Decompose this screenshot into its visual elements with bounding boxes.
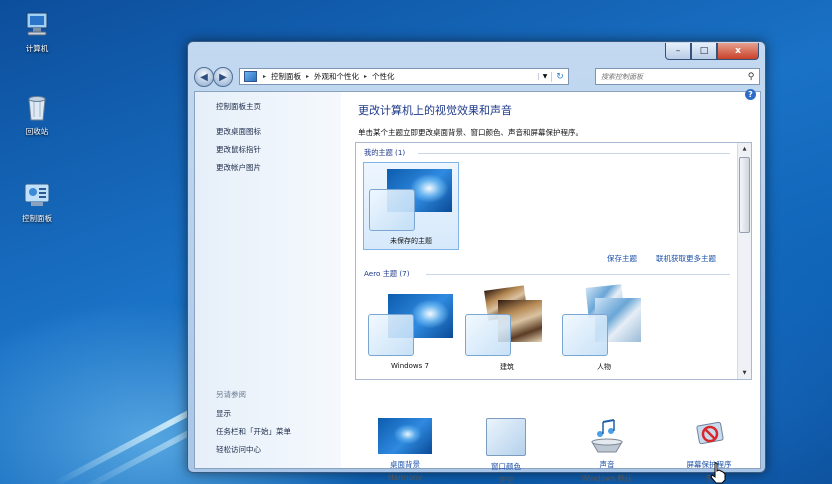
hand-cursor-icon — [709, 462, 727, 484]
window-color-button[interactable]: 窗口颜色 天空 — [464, 418, 548, 484]
page-subtitle: 单击某个主题立即更改桌面背景、窗口颜色、声音和屏幕保护程序。 — [358, 128, 583, 137]
scroll-up-icon[interactable]: ▲ — [738, 143, 751, 155]
address-bar[interactable]: ▸ 控制面板 ▸ 外观和个性化 ▸ 个性化 ▼ ↻ — [239, 68, 569, 85]
sidebar-link-mouse-pointers[interactable]: 更改鼠标指针 — [216, 144, 261, 155]
back-button[interactable]: ◀ — [194, 67, 214, 87]
group-divider — [418, 153, 730, 154]
theme-window-preview — [369, 189, 415, 231]
see-also-heading: 另请参阅 — [216, 390, 246, 399]
see-also-ease-of-access[interactable]: 轻松访问中心 — [216, 444, 261, 455]
theme-window-preview — [465, 314, 511, 356]
see-also-taskbar[interactable]: 任务栏和「开始」菜单 — [216, 426, 291, 437]
content-area: 控制面板主页 更改桌面图标 更改鼠标指针 更改帐户图片 另请参阅 显示 任务栏和… — [194, 89, 761, 484]
bottom-item-value: Windows 默认 — [581, 474, 633, 483]
personalization-window: – □ x ◀ ▶ ▸ 控制面板 ▸ 外观和个性化 ▸ 个性化 ▼ ↻ ⚲ — [187, 41, 766, 484]
get-more-themes-link[interactable]: 联机获取更多主题 — [656, 253, 716, 264]
navigation-bar: ◀ ▶ ▸ 控制面板 ▸ 外观和个性化 ▸ 个性化 ▼ ↻ ⚲ — [194, 66, 760, 87]
scroll-down-icon[interactable]: ▼ — [738, 367, 751, 379]
search-icon[interactable]: ⚲ — [743, 72, 759, 82]
bottom-item-name: 窗口颜色 — [491, 462, 521, 471]
close-button[interactable]: x — [717, 43, 759, 60]
desktop-background-button[interactable]: 桌面背景 Harmony — [363, 418, 447, 482]
desktop-icon-label: 控制面板 — [22, 214, 52, 223]
maximize-button[interactable]: □ — [691, 43, 717, 60]
window-controls: – □ x — [665, 43, 759, 60]
desktop-icon-label: 回收站 — [25, 127, 49, 136]
aero-themes-header: Aero 主题 (7) — [364, 269, 410, 278]
sound-button[interactable]: 声音 Windows 默认 — [565, 418, 649, 484]
search-input[interactable] — [596, 71, 743, 82]
desktop-icon-computer[interactable]: 计算机 — [11, 10, 63, 54]
desktop-icon-recycle-bin[interactable]: 回收站 — [11, 93, 63, 137]
theme-name: 人物 — [597, 363, 611, 371]
breadcrumb-separator: ▸ — [364, 73, 368, 80]
desktop-icon-control-panel[interactable]: 控制面板 — [11, 180, 63, 224]
search-box[interactable]: ⚲ — [595, 68, 760, 85]
left-pane: 控制面板主页 更改桌面图标 更改鼠标指针 更改帐户图片 另请参阅 显示 任务栏和… — [195, 92, 341, 468]
save-theme-link[interactable]: 保存主题 — [607, 253, 637, 264]
forward-button[interactable]: ▶ — [213, 67, 233, 87]
screensaver-icon — [682, 418, 736, 454]
scrollbar-thumb[interactable] — [739, 157, 750, 233]
help-icon[interactable]: ? — [745, 89, 756, 100]
sidebar-link-account-picture[interactable]: 更改帐户图片 — [216, 162, 261, 173]
bottom-item-value: 天空 — [498, 476, 514, 484]
theme-name: Windows 7 — [391, 362, 429, 370]
window-color-icon — [486, 418, 526, 456]
breadcrumb-appearance[interactable]: 外观和个性化 — [311, 71, 362, 82]
breadcrumb-separator: ▸ — [263, 73, 267, 80]
see-also-display[interactable]: 显示 — [216, 408, 231, 419]
sidebar-link-desktop-icons[interactable]: 更改桌面图标 — [216, 126, 261, 137]
control-panel-icon — [244, 71, 257, 82]
theme-characters[interactable]: 人物 — [557, 284, 651, 374]
computer-icon — [22, 10, 52, 40]
recycle-bin-icon — [22, 93, 52, 123]
theme-architecture[interactable]: 建筑 — [460, 285, 554, 374]
breadcrumb-personalization[interactable]: 个性化 — [369, 71, 398, 82]
sound-icon — [580, 418, 634, 454]
refresh-icon[interactable]: ↻ — [551, 71, 568, 82]
desktop-icon-label: 计算机 — [25, 44, 49, 53]
theme-list-scrollbar[interactable]: ▲ ▼ — [737, 143, 751, 379]
minimize-button[interactable]: – — [665, 43, 691, 60]
breadcrumb-separator: ▸ — [306, 73, 310, 80]
my-themes-header: 我的主题 (1) — [364, 148, 406, 157]
sidebar-link-control-panel-home[interactable]: 控制面板主页 — [216, 101, 261, 112]
chevron-down-icon[interactable]: ▼ — [538, 73, 551, 80]
bottom-item-name: 声音 — [599, 460, 615, 469]
theme-unsaved[interactable]: 未保存的主题 — [363, 162, 459, 250]
bottom-item-name: 桌面背景 — [390, 460, 420, 469]
desktop-background-icon — [378, 418, 432, 454]
theme-window-preview — [368, 314, 414, 356]
control-panel-icon — [22, 180, 52, 210]
theme-name: 建筑 — [500, 363, 514, 371]
theme-name: 未保存的主题 — [390, 237, 432, 245]
theme-windows-7[interactable]: Windows 7 — [363, 288, 457, 374]
group-divider — [426, 274, 730, 275]
theme-list: 我的主题 (1) 未保存的主题 保存主题 联机获取更多主题 Aero 主题 (7… — [355, 142, 752, 380]
page-title: 更改计算机上的视觉效果和声音 — [358, 104, 512, 117]
bottom-item-value: Harmony — [387, 473, 423, 482]
theme-window-preview — [562, 314, 608, 356]
desktop: 计算机 回收站 控制面板 – □ x ◀ ▶ ▸ 控制面板 ▸ 外观和个性化 ▸… — [0, 0, 832, 484]
breadcrumb-control-panel[interactable]: 控制面板 — [268, 71, 304, 82]
